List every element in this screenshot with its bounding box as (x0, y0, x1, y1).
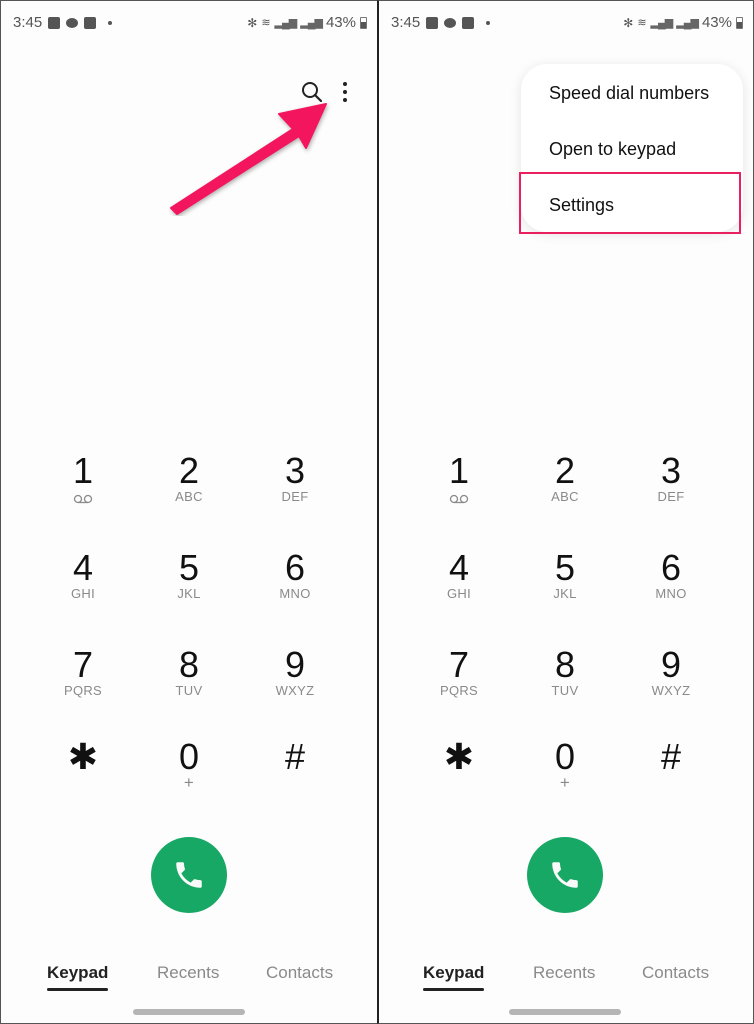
tab-contacts[interactable]: Contacts (642, 963, 709, 983)
gallery-icon (48, 16, 61, 29)
key-6[interactable]: 6 MNO (245, 548, 345, 602)
key-1[interactable]: 1 (33, 451, 133, 509)
bluetooth-icon: ✻ (247, 15, 258, 30)
key-7[interactable]: 7 PQRS (33, 645, 133, 699)
signal-icon: ▂▄▆ (274, 17, 298, 29)
bluetooth-icon: ✻ (623, 15, 634, 30)
clock: 3:45 (391, 14, 421, 31)
key-1[interactable]: 1 (409, 451, 509, 509)
key-hash[interactable]: # (621, 737, 721, 777)
wifi-icon: ≋ (261, 17, 271, 29)
dot-icon (486, 20, 491, 25)
key-star[interactable]: ✱ (33, 737, 133, 777)
menu-item-open-to-keypad[interactable]: Open to keypad (549, 139, 676, 160)
battery-percent: 43% (325, 14, 356, 31)
key-3[interactable]: 3 DEF (245, 451, 345, 505)
message-icon (66, 17, 79, 28)
checkbox-icon (84, 16, 97, 29)
signal-icon: ▂▄▆ (676, 17, 699, 29)
tab-contacts[interactable]: Contacts (266, 963, 333, 983)
signal-icon: ▂▄▆ (650, 17, 674, 29)
key-0[interactable]: 0 + (515, 737, 615, 792)
battery-icon (360, 16, 367, 29)
key-6[interactable]: 6 MNO (621, 548, 721, 602)
clock: 3:45 (13, 14, 43, 31)
battery-percent: 43% (701, 14, 732, 31)
call-button[interactable] (151, 837, 227, 913)
phone-icon (176, 862, 202, 888)
bottom-tabs: Keypad Recents Contacts (379, 963, 753, 993)
gallery-icon (426, 16, 439, 29)
key-9[interactable]: 9 WXYZ (245, 645, 345, 699)
tab-keypad[interactable]: Keypad (423, 963, 485, 991)
key-4[interactable]: 4 GHI (409, 548, 509, 602)
key-2[interactable]: 2 ABC (139, 451, 239, 505)
bottom-tabs: Keypad Recents Contacts (1, 963, 377, 993)
key-5[interactable]: 5 JKL (515, 548, 615, 602)
key-8[interactable]: 8 TUV (515, 645, 615, 699)
home-indicator[interactable] (509, 1009, 621, 1015)
tab-recents[interactable]: Recents (157, 963, 219, 983)
annotation-arrow (170, 103, 327, 215)
key-8[interactable]: 8 TUV (139, 645, 239, 699)
checkbox-icon (462, 16, 475, 29)
status-bar: 3:45 ✻ ≋ ▂▄▆ ▂▄▆ 43% (1, 14, 377, 36)
message-icon (444, 17, 457, 28)
more-options-icon[interactable] (341, 82, 349, 102)
tab-recents[interactable]: Recents (533, 963, 595, 983)
key-5[interactable]: 5 JKL (139, 548, 239, 602)
dot-icon (108, 20, 113, 25)
phone-screen-right: 3:45 ✻ ≋ ▂▄▆ ▂▄▆ 43% Speed dial numbers … (377, 0, 754, 1024)
voicemail-icon (449, 494, 469, 504)
key-9[interactable]: 9 WXYZ (621, 645, 721, 699)
wifi-icon: ≋ (637, 17, 647, 29)
voicemail-icon (73, 494, 93, 504)
tab-keypad[interactable]: Keypad (47, 963, 109, 991)
phone-icon (552, 862, 578, 888)
settings-highlight-box (519, 172, 741, 234)
key-star[interactable]: ✱ (409, 737, 509, 777)
call-button[interactable] (527, 837, 603, 913)
signal-icon: ▂▄▆ (300, 17, 323, 29)
status-bar: 3:45 ✻ ≋ ▂▄▆ ▂▄▆ 43% (379, 14, 753, 36)
key-3[interactable]: 3 DEF (621, 451, 721, 505)
key-0[interactable]: 0 + (139, 737, 239, 792)
battery-icon (736, 16, 743, 29)
phone-screen-left: 3:45 ✻ ≋ ▂▄▆ ▂▄▆ 43% 1 2 ABC 3 DEF 4 GHI… (0, 0, 377, 1024)
home-indicator[interactable] (133, 1009, 245, 1015)
key-2[interactable]: 2 ABC (515, 451, 615, 505)
key-4[interactable]: 4 GHI (33, 548, 133, 602)
menu-item-speed-dial[interactable]: Speed dial numbers (549, 83, 709, 104)
key-7[interactable]: 7 PQRS (409, 645, 509, 699)
key-hash[interactable]: # (245, 737, 345, 777)
